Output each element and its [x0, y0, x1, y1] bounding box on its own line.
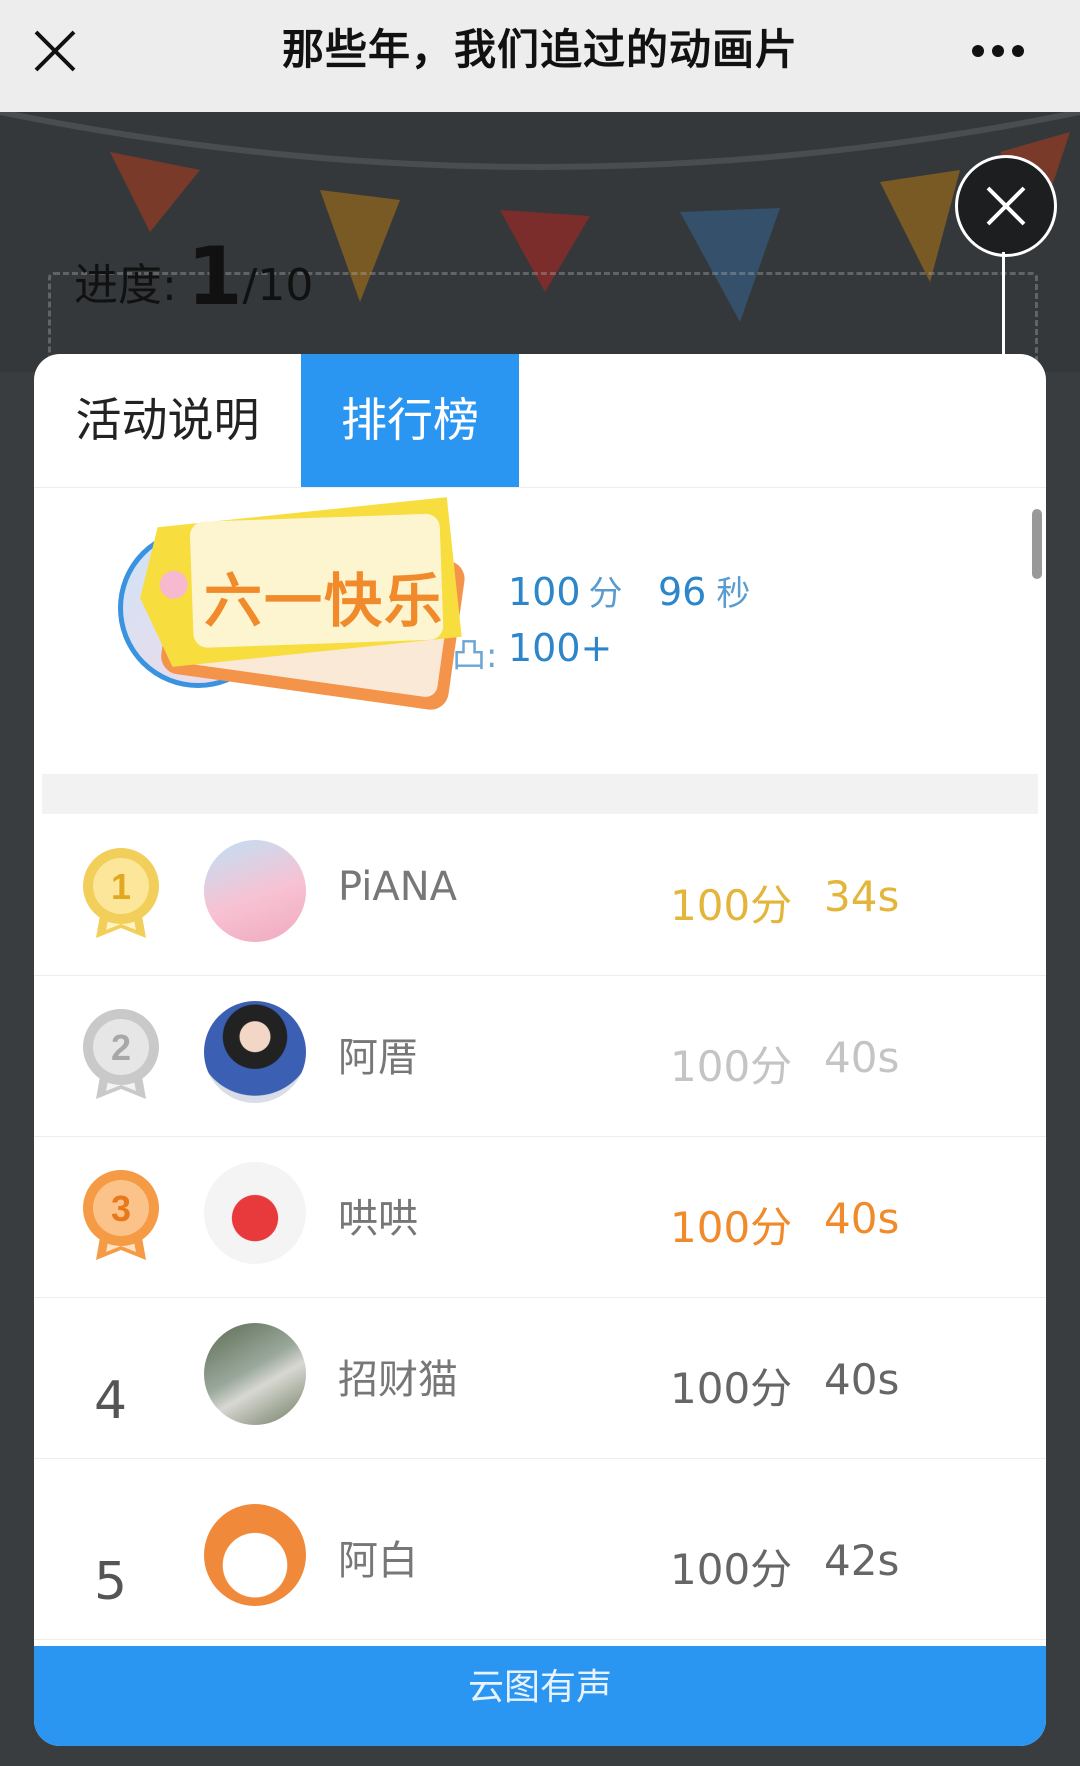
ranking-row-3: 3 哄哄 100分 40s	[34, 1136, 1046, 1298]
user-score: 100分	[670, 881, 793, 930]
tab-leaderboard[interactable]: 排行榜	[301, 354, 519, 487]
modal-close-connector	[1002, 252, 1005, 354]
top-navigation-bar: 那些年，我们追过的动画片	[0, 0, 1080, 112]
leaderboard-modal: 活动说明 排行榜 : 凸: 100分 96秒 100+ 六一快乐 1	[34, 354, 1046, 1746]
gold-medal-icon: 1	[83, 848, 159, 938]
user-name: PiANA	[338, 864, 458, 910]
bronze-medal-icon: 3	[83, 1170, 159, 1260]
progress-label: 进度:	[74, 260, 177, 311]
my-time: 96 秒	[658, 566, 750, 615]
user-time: 40s	[824, 1194, 900, 1243]
my-rank: 100+	[508, 626, 613, 670]
user-name: 阿厝	[338, 1035, 418, 1081]
footer-banner[interactable]: 云图有声	[34, 1646, 1046, 1746]
ranking-row-5: 5 阿白 100分 42s	[34, 1478, 1046, 1640]
user-time: 34s	[824, 872, 900, 921]
user-time: 40s	[824, 1355, 900, 1404]
svg-text:2: 2	[111, 1027, 131, 1068]
user-name: 哄哄	[338, 1196, 418, 1242]
ranking-row-4: 4 招财猫 100分 40s	[34, 1297, 1046, 1459]
rank-number: 4	[94, 1371, 128, 1431]
user-score: 100分	[670, 1042, 793, 1091]
svg-text:3: 3	[111, 1188, 131, 1229]
my-time-value: 96	[658, 570, 707, 614]
avatar	[204, 1504, 306, 1606]
my-score-unit: 分	[588, 574, 623, 614]
user-name: 招财猫	[338, 1357, 458, 1403]
progress-indicator: 进度: 1/10	[74, 230, 313, 323]
modal-close-icon[interactable]	[955, 155, 1057, 257]
avatar	[204, 1162, 306, 1264]
rank-number: 5	[94, 1552, 128, 1612]
user-score: 100分	[670, 1364, 793, 1413]
tag-text: 六一快乐	[204, 567, 445, 635]
my-score-value: 100	[508, 570, 581, 614]
more-icon[interactable]	[972, 42, 1042, 58]
user-name: 阿白	[338, 1538, 418, 1584]
my-score: 100 分	[508, 566, 623, 615]
silver-medal-icon: 2	[83, 1009, 159, 1099]
user-time: 40s	[824, 1033, 900, 1082]
avatar	[204, 1323, 306, 1425]
tab-bar: 活动说明 排行榜	[34, 354, 1046, 488]
my-time-unit: 秒	[716, 574, 751, 614]
user-time: 42s	[824, 1536, 900, 1585]
page-title: 那些年，我们追过的动画片	[281, 25, 798, 74]
ranking-row-2: 2 阿厝 100分 40s	[34, 975, 1046, 1137]
user-score: 100分	[670, 1203, 793, 1252]
svg-text:1: 1	[111, 866, 131, 907]
user-score: 100分	[670, 1545, 793, 1594]
section-divider	[42, 774, 1038, 814]
progress-total: /10	[242, 260, 314, 311]
tab-activity-info[interactable]: 活动说明	[34, 354, 301, 487]
ranking-row-1: 1 PiANA 100分 34s	[34, 814, 1046, 976]
progress-current: 1	[186, 230, 243, 323]
avatar	[204, 840, 306, 942]
avatar	[204, 1001, 306, 1103]
scrollbar-thumb[interactable]	[1032, 509, 1042, 579]
